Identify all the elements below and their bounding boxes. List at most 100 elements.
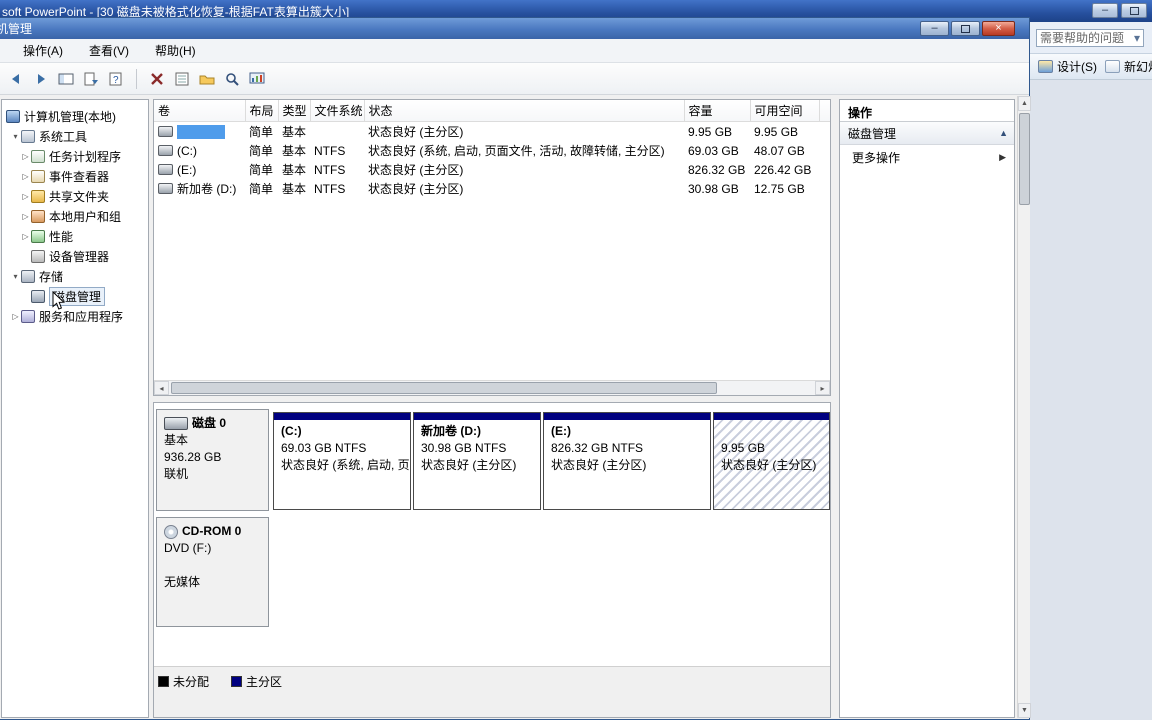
- scroll-right-icon[interactable]: ▸: [815, 381, 830, 395]
- device-manager-icon: [31, 249, 45, 263]
- expanded-arrow-icon[interactable]: ▾: [10, 132, 21, 141]
- computer-icon: [6, 109, 20, 123]
- zoom-icon[interactable]: [223, 70, 241, 88]
- disk-management-icon: [31, 289, 45, 303]
- sidebar-item-storage[interactable]: ▾ 存储: [2, 266, 148, 286]
- minimize-icon[interactable]: –: [1092, 3, 1118, 18]
- forward-icon[interactable]: [32, 70, 50, 88]
- sidebar-item-system-tools[interactable]: ▾ 系统工具: [2, 126, 148, 146]
- sidebar-item-task-scheduler[interactable]: ▷ 任务计划程序: [2, 146, 148, 166]
- open-folder-icon[interactable]: [198, 70, 216, 88]
- sidebar-item-event-viewer[interactable]: ▷ 事件查看器: [2, 166, 148, 186]
- performance-icon: [31, 229, 45, 243]
- help-question-box[interactable]: 需要帮助的问题 ▾: [1036, 29, 1144, 47]
- actions-section-disk-management[interactable]: 磁盘管理 ▲: [840, 122, 1014, 145]
- table-row[interactable]: (C:) 简单 基本 NTFS 状态良好 (系统, 启动, 页面文件, 活动, …: [154, 141, 830, 160]
- design-icon: [1038, 60, 1053, 73]
- sidebar-item-disk-management[interactable]: 磁盘管理: [2, 286, 148, 306]
- legend-color-primary-partition: [231, 676, 243, 687]
- disk-icon: [164, 417, 188, 430]
- maximize-icon[interactable]: [1121, 3, 1147, 18]
- local-users-icon: [31, 209, 45, 223]
- more-actions-item[interactable]: 更多操作 ▶: [840, 145, 1014, 169]
- legend-color-unallocated: [158, 676, 169, 687]
- collapse-section-icon[interactable]: ▲: [999, 128, 1008, 138]
- collapsed-arrow-icon[interactable]: ▷: [20, 192, 31, 201]
- flyout-arrow-icon: ▶: [999, 151, 1006, 162]
- menu-help[interactable]: 帮助(H): [155, 42, 196, 59]
- mouse-cursor: [52, 291, 66, 310]
- column-header-capacity[interactable]: 容量: [684, 100, 751, 122]
- table-row[interactable]: (E:) 简单 基本 NTFS 状态良好 (主分区) 826.32 GB 226…: [154, 160, 830, 179]
- column-header-type[interactable]: 类型: [278, 100, 311, 122]
- partition-e[interactable]: (E:) 826.32 GB NTFS 状态良好 (主分区): [543, 412, 711, 510]
- sidebar-item-performance[interactable]: ▷ 性能: [2, 226, 148, 246]
- column-header-status[interactable]: 状态: [364, 100, 685, 122]
- sidebar-item-shared-folders[interactable]: ▷ 共享文件夹: [2, 186, 148, 206]
- shared-folders-icon: [31, 189, 45, 203]
- back-icon[interactable]: [7, 70, 25, 88]
- help-question-label: 需要帮助的问题: [1040, 31, 1125, 45]
- system-tools-icon: [21, 129, 35, 143]
- partition-c[interactable]: (C:) 69.03 GB NTFS 状态良好 (系统, 启动, 页: [273, 412, 411, 510]
- properties-icon[interactable]: [173, 70, 191, 88]
- column-header-free-space[interactable]: 可用空间: [750, 100, 820, 122]
- minimize-icon[interactable]: –: [920, 21, 949, 36]
- storage-icon: [21, 269, 35, 283]
- event-viewer-icon: [31, 169, 45, 183]
- collapsed-arrow-icon[interactable]: ▷: [20, 232, 31, 241]
- computer-management-window: 机管理 – × 操作(A) 查看(V) 帮助(H) ? 计算机管理(本地) ▾ …: [0, 17, 1031, 720]
- expanded-arrow-icon[interactable]: ▾: [10, 272, 21, 281]
- help-doc-icon[interactable]: ?: [107, 70, 125, 88]
- design-button[interactable]: 设计(S): [1057, 58, 1097, 75]
- powerpoint-background: 需要帮助的问题 ▾ 设计(S) 新幻灯: [1030, 22, 1152, 720]
- column-header-filesystem[interactable]: 文件系统: [310, 100, 365, 122]
- chart-icon[interactable]: [248, 70, 266, 88]
- window-titlebar[interactable]: 机管理 – ×: [0, 18, 1029, 39]
- volume-icon: [158, 126, 173, 137]
- menu-view[interactable]: 查看(V): [89, 42, 129, 59]
- disk-0-label[interactable]: 磁盘 0 基本 936.28 GB 联机: [156, 409, 269, 511]
- cdrom-0-label[interactable]: CD-ROM 0 DVD (F:) 无媒体: [156, 517, 269, 627]
- menu-action[interactable]: 操作(A): [23, 42, 63, 59]
- show-console-tree-icon[interactable]: [57, 70, 75, 88]
- table-row[interactable]: 新加卷 (D:) 简单 基本 NTFS 状态良好 (主分区) 30.98 GB …: [154, 179, 830, 198]
- sidebar-item-local-users-groups[interactable]: ▷ 本地用户和组: [2, 206, 148, 226]
- partition-d[interactable]: 新加卷 (D:) 30.98 GB NTFS 状态良好 (主分区): [413, 412, 541, 510]
- sidebar-item-services-applications[interactable]: ▷ 服务和应用程序: [2, 306, 148, 326]
- volume-icon: [158, 183, 173, 194]
- column-header-layout[interactable]: 布局: [245, 100, 279, 122]
- horizontal-scrollbar[interactable]: ◂ ▸: [154, 380, 830, 395]
- scroll-down-icon[interactable]: ▼: [1018, 703, 1031, 718]
- collapsed-arrow-icon[interactable]: ▷: [10, 312, 21, 321]
- maximize-icon[interactable]: [951, 21, 980, 36]
- actions-pane: 操作 磁盘管理 ▲ 更多操作 ▶: [839, 99, 1015, 718]
- sidebar-item-computer-management[interactable]: 计算机管理(本地): [2, 106, 148, 126]
- new-slide-button[interactable]: 新幻灯: [1124, 58, 1152, 75]
- partition-color-bar: [274, 413, 410, 420]
- export-list-icon[interactable]: [82, 70, 100, 88]
- column-header-extra: [819, 100, 830, 122]
- volume-icon: [158, 145, 173, 156]
- toolbar-separator: [136, 68, 137, 89]
- column-header-volume[interactable]: 卷: [154, 100, 246, 122]
- collapsed-arrow-icon[interactable]: ▷: [20, 152, 31, 161]
- scroll-left-icon[interactable]: ◂: [154, 381, 169, 395]
- sidebar-item-device-manager[interactable]: 设备管理器: [2, 246, 148, 266]
- collapsed-arrow-icon[interactable]: ▷: [20, 212, 31, 221]
- legend-item-unallocated: 未分配: [158, 673, 209, 690]
- partition-selected[interactable]: 9.95 GB 状态良好 (主分区): [713, 412, 830, 510]
- collapsed-arrow-icon[interactable]: ▷: [20, 172, 31, 181]
- partition-color-bar: [544, 413, 710, 420]
- cd-icon: [164, 524, 178, 539]
- scrollbar-thumb[interactable]: [171, 382, 717, 394]
- scrollbar-thumb[interactable]: [1019, 113, 1030, 205]
- delete-icon[interactable]: [148, 70, 166, 88]
- close-icon[interactable]: ×: [982, 21, 1015, 36]
- table-header-row: 卷 布局 类型 文件系统 状态 容量 可用空间: [154, 100, 830, 122]
- graphical-view-pane: 磁盘 0 基本 936.28 GB 联机 (C:) 69.03 GB NTFS …: [153, 402, 831, 718]
- scroll-up-icon[interactable]: ▲: [1018, 96, 1031, 111]
- vertical-scrollbar[interactable]: ▲ ▼: [1017, 96, 1031, 718]
- table-row[interactable]: 简单 基本 状态良好 (主分区) 9.95 GB 9.95 GB: [154, 122, 830, 142]
- services-icon: [21, 309, 35, 323]
